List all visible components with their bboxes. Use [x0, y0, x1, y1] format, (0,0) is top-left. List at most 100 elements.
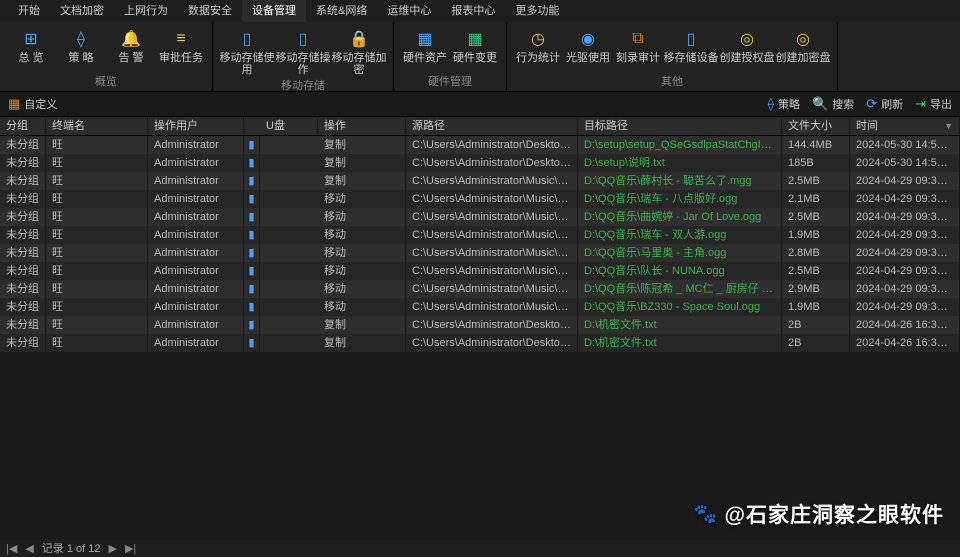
cell-op: 复制 — [318, 154, 406, 172]
cell-dst: D:\QQ音乐\马里奥 - 主角.ogg — [578, 244, 782, 262]
ribbon-icon: ⟠ — [70, 28, 92, 50]
cell-dst: D:\QQ音乐\瑞车 - 双人游.ogg — [578, 226, 782, 244]
ribbon-btn-3-0[interactable]: ◷行为统计 — [513, 26, 563, 72]
ribbon-icon: ▯ — [292, 28, 314, 50]
ribbon-btn-3-4[interactable]: ◎创建授权盘 — [719, 26, 775, 72]
table-row[interactable]: 未分组旺Administrator▮复制C:\Users\Administrat… — [0, 334, 960, 352]
menu-item-3[interactable]: 数据安全 — [178, 0, 242, 22]
custom-button[interactable]: ▦ 自定义 — [8, 96, 57, 112]
cell-terminal: 旺 — [46, 244, 148, 262]
col-usb[interactable]: U盘 — [260, 117, 318, 135]
cell-size: 2.5MB — [782, 208, 850, 226]
cell-op: 移动 — [318, 244, 406, 262]
col-op[interactable]: 操作 — [318, 117, 406, 135]
col-src[interactable]: 源路径 — [406, 117, 578, 135]
ribbon-btn-1-0[interactable]: ▯移动存储使用 — [219, 26, 275, 76]
table-row[interactable]: 未分组旺Administrator▮移动C:\Users\Administrat… — [0, 262, 960, 280]
ribbon-icon: ▯ — [680, 28, 702, 50]
ribbon-icon: ◉ — [577, 28, 599, 50]
cell-size: 185B — [782, 154, 850, 172]
menu-item-1[interactable]: 文档加密 — [50, 0, 114, 22]
strategy-button[interactable]: ⟠ 策略 — [768, 96, 800, 112]
ribbon-btn-0-1[interactable]: ⟠ 策 略 — [56, 26, 106, 72]
cell-size: 2.9MB — [782, 280, 850, 298]
ribbon-btn-0-2[interactable]: 🔔告 警 — [106, 26, 156, 72]
cell-src: C:\Users\Administrator\Music\曲婉婷 - Jar .… — [406, 208, 578, 226]
col-terminal[interactable]: 终端名 — [46, 117, 148, 135]
data-table: 分组 终端名 操作用户 U盘 操作 源路径 目标路径 文件大小 时间▼ 未分组旺… — [0, 116, 960, 352]
nav-last-button[interactable]: ▶| — [125, 542, 136, 555]
table-row[interactable]: 未分组旺Administrator▮移动C:\Users\Administrat… — [0, 298, 960, 316]
cell-user: Administrator — [148, 334, 244, 352]
cell-src: C:\Users\Administrator\Music\VipSongsD..… — [406, 172, 578, 190]
menu-item-2[interactable]: 上网行为 — [114, 0, 178, 22]
table-row[interactable]: 未分组旺Administrator▮移动C:\Users\Administrat… — [0, 208, 960, 226]
cell-src: C:\Users\Administrator\Music\瑞车 - 八点... — [406, 190, 578, 208]
cell-time: 2024-05-30 14:54:03 — [850, 136, 960, 154]
cell-group: 未分组 — [0, 154, 46, 172]
refresh-button[interactable]: ⟳ 刷新 — [866, 96, 903, 112]
cell-group: 未分组 — [0, 172, 46, 190]
ribbon-btn-label: 策 略 — [68, 52, 93, 64]
cell-time: 2024-04-29 09:35:04 — [850, 280, 960, 298]
cell-op: 移动 — [318, 226, 406, 244]
cell-src: C:\Users\Administrator\Music\陈冠希 _ MC... — [406, 280, 578, 298]
table-row[interactable]: 未分组旺Administrator▮移动C:\Users\Administrat… — [0, 226, 960, 244]
ribbon-btn-0-0[interactable]: ⊞总 览 — [6, 26, 56, 72]
search-button[interactable]: 🔍 搜索 — [812, 96, 854, 112]
cell-dst: D:\QQ音乐\BZ330 - Space Soul.ogg — [578, 298, 782, 316]
table-row[interactable]: 未分组旺Administrator▮移动C:\Users\Administrat… — [0, 190, 960, 208]
cell-usb-icon: ▮ — [244, 190, 260, 208]
col-dst[interactable]: 目标路径 — [578, 117, 782, 135]
ribbon-btn-2-0[interactable]: ▦硬件资产 — [400, 26, 450, 72]
ribbon-group-label: 硬件管理 — [428, 72, 472, 91]
ribbon-btn-3-1[interactable]: ◉光驱使用 — [563, 26, 613, 72]
nav-first-button[interactable]: |◀ — [6, 542, 17, 555]
cell-group: 未分组 — [0, 244, 46, 262]
cell-op: 移动 — [318, 298, 406, 316]
cell-size: 2.1MB — [782, 190, 850, 208]
cell-terminal: 旺 — [46, 334, 148, 352]
cell-size: 144.4MB — [782, 136, 850, 154]
ribbon-btn-2-1[interactable]: ▦硬件变更 — [450, 26, 500, 72]
cell-user: Administrator — [148, 226, 244, 244]
cell-usb-icon: ▮ — [244, 208, 260, 226]
ribbon-btn-label: 总 览 — [18, 52, 43, 64]
cell-terminal: 旺 — [46, 208, 148, 226]
menu-item-0[interactable]: 开始 — [8, 0, 50, 22]
table-row[interactable]: 未分组旺Administrator▮复制C:\Users\Administrat… — [0, 172, 960, 190]
col-time[interactable]: 时间▼ — [850, 117, 960, 135]
usb-drive-icon: ▮ — [248, 193, 254, 205]
ribbon-btn-1-2[interactable]: 🔒移动存储加密 — [331, 26, 387, 76]
ribbon-btn-3-2[interactable]: ⧉刻录审计 — [613, 26, 663, 72]
cell-usb-icon: ▮ — [244, 280, 260, 298]
cell-dst: D:\机密文件.txt — [578, 316, 782, 334]
ribbon-btn-1-1[interactable]: ▯移动存储操作 — [275, 26, 331, 76]
ribbon-btn-3-3[interactable]: ▯移存储设备 — [663, 26, 719, 72]
export-button[interactable]: ⇥ 导出 — [915, 96, 952, 112]
menu-item-8[interactable]: 更多功能 — [505, 0, 569, 22]
cell-terminal: 旺 — [46, 316, 148, 334]
cell-time: 2024-04-29 09:35:11 — [850, 244, 960, 262]
usb-drive-icon: ▮ — [248, 265, 254, 277]
col-user[interactable]: 操作用户 — [148, 117, 244, 135]
col-group[interactable]: 分组 — [0, 117, 46, 135]
ribbon-icon: ≡ — [170, 28, 192, 50]
menu-item-4[interactable]: 设备管理 — [242, 0, 306, 22]
ribbon-btn-3-5[interactable]: ◎创建加密盘 — [775, 26, 831, 72]
table-row[interactable]: 未分组旺Administrator▮移动C:\Users\Administrat… — [0, 244, 960, 262]
menu-item-7[interactable]: 报表中心 — [441, 0, 505, 22]
nav-next-button[interactable]: ▶ — [109, 542, 117, 555]
menu-item-5[interactable]: 系统&网络 — [306, 0, 377, 22]
table-row[interactable]: 未分组旺Administrator▮复制C:\Users\Administrat… — [0, 136, 960, 154]
table-row[interactable]: 未分组旺Administrator▮复制C:\Users\Administrat… — [0, 316, 960, 334]
ribbon-icon: 🔒 — [348, 28, 370, 50]
col-size[interactable]: 文件大小 — [782, 117, 850, 135]
usb-drive-icon: ▮ — [248, 301, 254, 313]
table-row[interactable]: 未分组旺Administrator▮复制C:\Users\Administrat… — [0, 154, 960, 172]
nav-prev-button[interactable]: ◀ — [25, 542, 33, 555]
menu-item-6[interactable]: 运维中心 — [377, 0, 441, 22]
ribbon-btn-0-3[interactable]: ≡审批任务 — [156, 26, 206, 72]
table-row[interactable]: 未分组旺Administrator▮移动C:\Users\Administrat… — [0, 280, 960, 298]
cell-src: C:\Users\Administrator\Music\BZ330 - Sp.… — [406, 298, 578, 316]
